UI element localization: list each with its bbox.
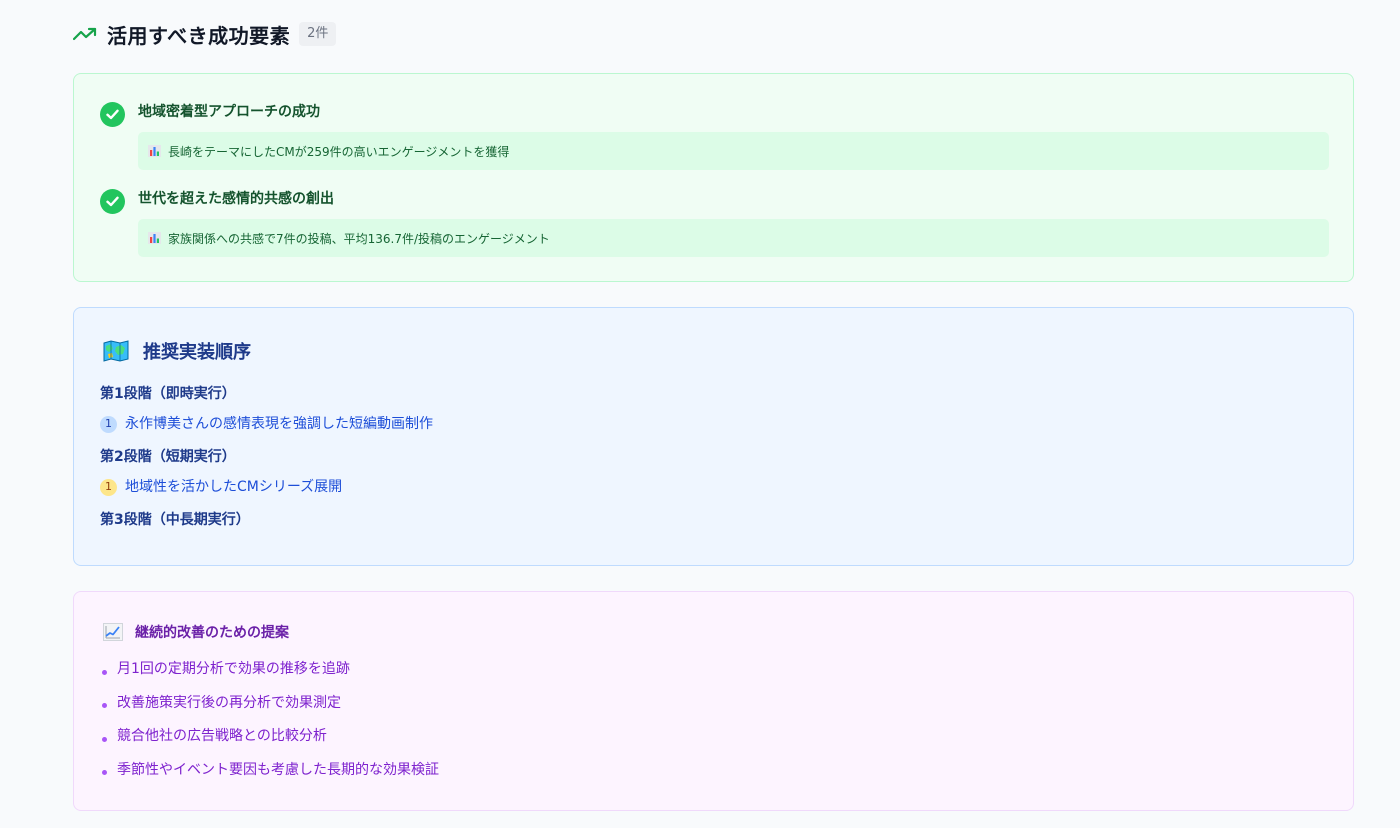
list-item-text: 競合他社の広告戦略との比較分析 xyxy=(117,728,327,744)
continuous-improvement-card: 継続的改善のための提案 月1回の定期分析で効果の推移を追跡 改善施策実行後の再分… xyxy=(73,591,1354,811)
list-item: 季節性やイベント要因も考慮した長期的な効果検証 xyxy=(102,759,439,779)
phase-title: 第1段階（即時実行） xyxy=(100,386,236,402)
list-item: 競合他社の広告戦略との比較分析 xyxy=(102,725,439,745)
improvement-header: 継続的改善のための提案 xyxy=(103,622,289,642)
improvement-title: 継続的改善のための提案 xyxy=(135,625,289,641)
step-number-badge: 1 xyxy=(100,415,117,433)
success-factor-evidence: 長崎をテーマにしたCMが259件の高いエンゲージメントを獲得 xyxy=(138,132,1329,170)
list-item-text: 月1回の定期分析で効果の推移を追跡 xyxy=(117,661,350,677)
trending-up-icon xyxy=(73,24,99,44)
bullet-icon xyxy=(102,770,107,775)
phase-title: 第2段階（短期実行） xyxy=(100,449,236,465)
success-factor-title: 地域密着型アプローチの成功 xyxy=(138,104,320,120)
map-icon xyxy=(103,340,129,362)
phase-item-text: 地域性を活かしたCMシリーズ展開 xyxy=(125,479,343,495)
roadmap-header: 推奨実装順序 xyxy=(103,338,251,364)
phase-item: 1 地域性を活かしたCMシリーズ展開 xyxy=(100,477,342,497)
check-circle-icon xyxy=(100,102,125,127)
phase-item: 1 永作博美さんの感情表現を強調した短編動画制作 xyxy=(100,414,433,434)
improvement-list: 月1回の定期分析で効果の推移を追跡 改善施策実行後の再分析で効果測定 競合他社の… xyxy=(102,658,439,792)
list-item: 改善施策実行後の再分析で効果測定 xyxy=(102,692,439,712)
bullet-icon xyxy=(102,669,107,675)
evidence-text: 長崎をテーマにしたCMが259件の高いエンゲージメントを獲得 xyxy=(168,144,510,159)
evidence-text: 家族関係への共感で7件の投稿、平均136.7件/投稿のエンゲージメント xyxy=(168,231,550,246)
success-factor-evidence: 家族関係への共感で7件の投稿、平均136.7件/投稿のエンゲージメント xyxy=(138,219,1329,257)
phase-item-text: 永作博美さんの感情表現を強調した短編動画制作 xyxy=(125,416,433,432)
count-badge: 2件 xyxy=(299,22,337,46)
line-chart-icon xyxy=(103,623,123,641)
phase-title: 第3段階（中長期実行） xyxy=(100,512,250,528)
implementation-roadmap-card: 推奨実装順序 第1段階（即時実行） 1 永作博美さんの感情表現を強調した短編動画… xyxy=(73,307,1354,566)
bullet-icon xyxy=(102,703,107,708)
list-item-text: 季節性やイベント要因も考慮した長期的な効果検証 xyxy=(117,761,439,778)
bar-chart-icon xyxy=(148,145,161,157)
success-factor-title: 世代を超えた感情的共感の創出 xyxy=(138,191,334,207)
list-item-text: 改善施策実行後の再分析で効果測定 xyxy=(117,694,341,711)
bar-chart-icon xyxy=(148,232,161,244)
list-item: 月1回の定期分析で効果の推移を追跡 xyxy=(102,658,439,678)
success-factors-card: 地域密着型アプローチの成功 長崎をテーマにしたCMが259件の高いエンゲージメン… xyxy=(73,73,1354,282)
step-number-badge: 1 xyxy=(100,478,117,496)
check-circle-icon xyxy=(100,189,125,214)
roadmap-title: 推奨実装順序 xyxy=(143,342,251,363)
bullet-icon xyxy=(102,736,107,742)
section-header: 活用すべき成功要素 2件 xyxy=(73,19,337,49)
page-title: 活用すべき成功要素 xyxy=(107,23,291,48)
